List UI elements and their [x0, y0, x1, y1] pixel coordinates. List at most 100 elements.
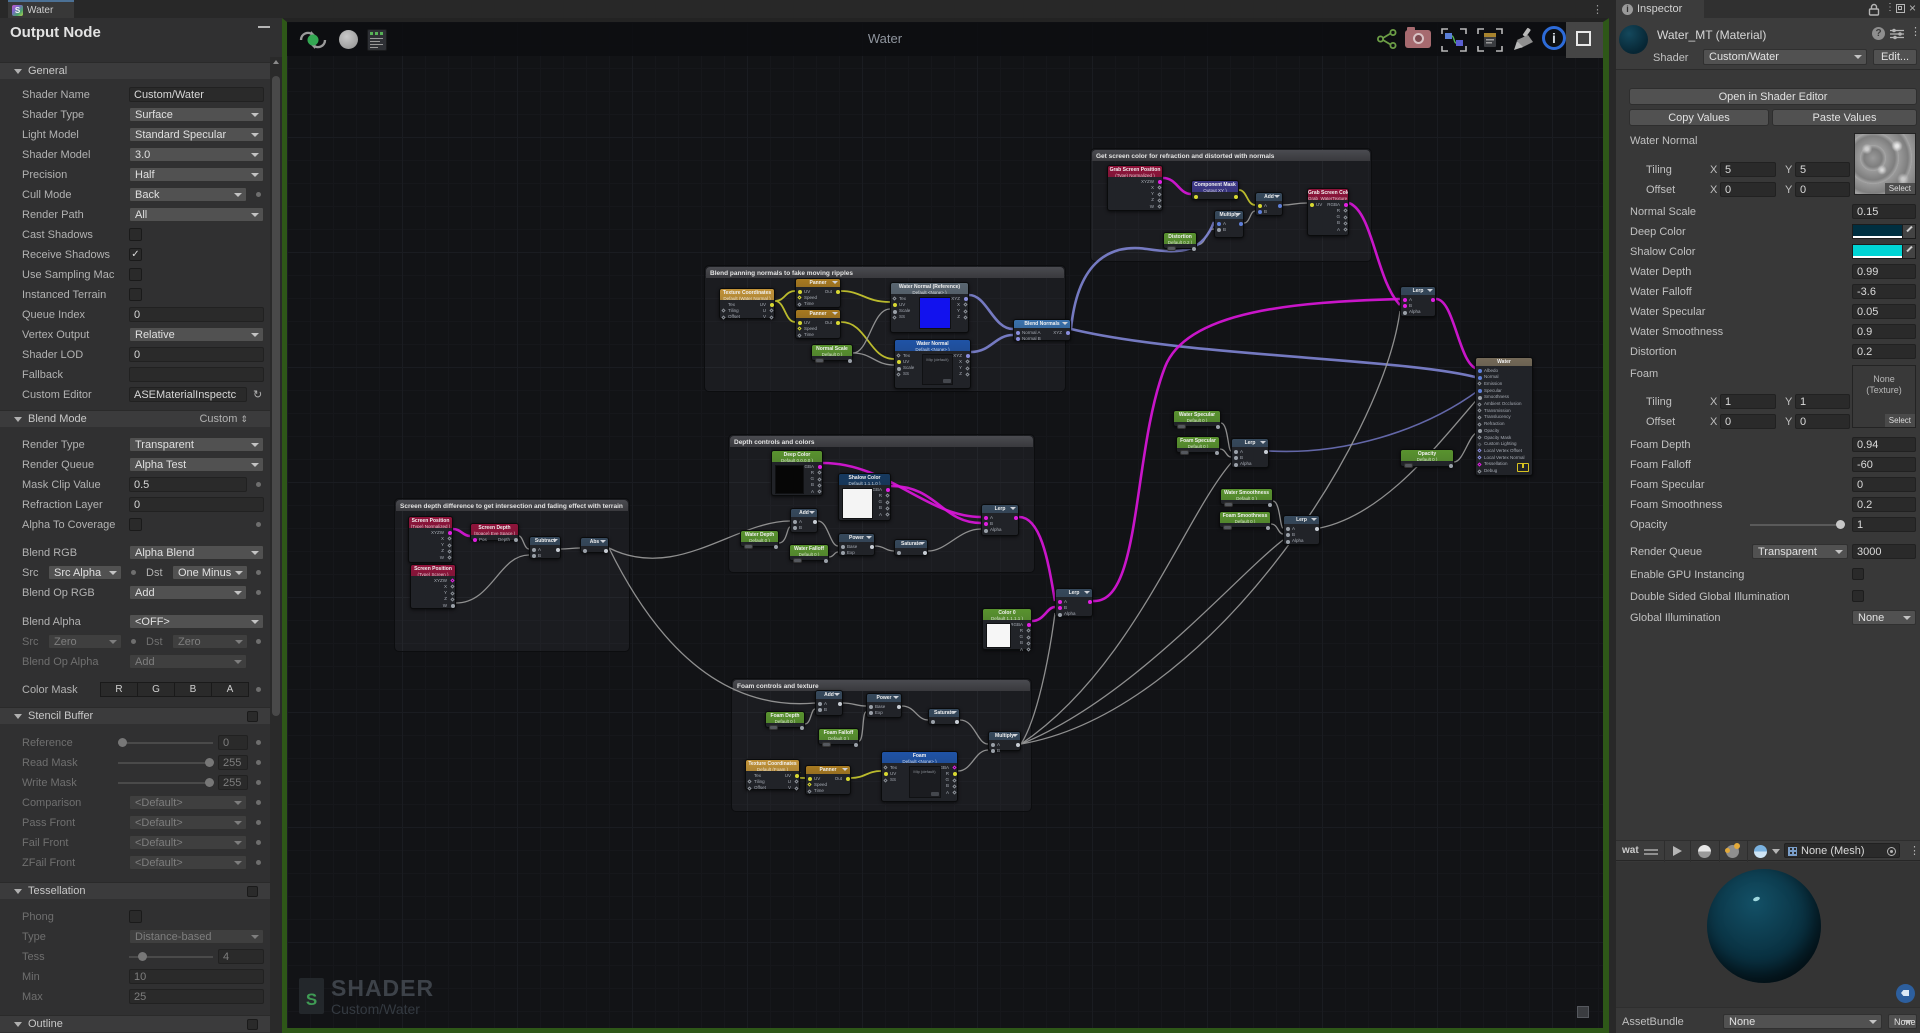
insp-deep-color-swatch[interactable] [1852, 224, 1916, 239]
lp-write-mask-slider[interactable] [118, 782, 213, 784]
lock-icon[interactable] [1868, 3, 1880, 16]
insp-global-illumination-dropdown[interactable]: None [1852, 610, 1916, 625]
insp-offset-x-field[interactable]: 0 [1720, 414, 1776, 429]
shader-graph-canvas[interactable]: Water i Get screen color for refraction … [287, 22, 1603, 1028]
node-panner-1[interactable]: Panner UV Speed Time Out [795, 278, 841, 308]
node-water-depth[interactable]: Water Depth Default 0 ) [740, 530, 779, 549]
insp-water-depth-field[interactable]: 0.99 [1852, 264, 1916, 279]
mesh-picker-icon[interactable] [1887, 847, 1896, 856]
insp-normal-scale-field[interactable]: 0.15 [1852, 204, 1916, 219]
node-foam-specular[interactable]: Foam Specular Default 0 ) [1176, 436, 1220, 455]
lp-instanced-terrain-checkbox[interactable] [129, 288, 142, 301]
material-thumbnail[interactable] [1619, 25, 1648, 54]
tab-menu-icon[interactable]: ⋮ [1885, 2, 1895, 13]
lp-cull-mode-dropdown[interactable]: Back [129, 187, 247, 202]
lp-custom-editor-field[interactable]: ASEMaterialInspectc [129, 387, 247, 402]
preview-menu-icon[interactable]: ⋮ [1909, 844, 1920, 857]
clean-icon[interactable] [1511, 26, 1537, 52]
lp-min-field[interactable]: 10 [129, 969, 264, 984]
node-lerp-foam[interactable]: Lerp A B Alpha [1055, 588, 1093, 617]
lp-comparison-dropdown[interactable]: <Default> [129, 795, 247, 810]
node-lerp-albedo[interactable]: Lerp A B Alpha [1400, 286, 1436, 317]
lp-refraction-layer-field[interactable]: 0 [129, 497, 264, 512]
insp-foam-smoothness-field[interactable]: 0.2 [1852, 497, 1916, 512]
node-panner-2[interactable]: Panner UV Speed Time Out [795, 309, 841, 339]
preview-light-icon[interactable] [1754, 845, 1767, 858]
lp-cast-shadows-checkbox[interactable] [129, 228, 142, 241]
paste-values-button[interactable]: Paste Values [1772, 109, 1917, 126]
node-add-a[interactable]: Add A B [1255, 192, 1283, 216]
insp-water-smoothness-field[interactable]: 0.9 [1852, 324, 1916, 339]
lp-src-dst-dropdown[interactable]: One Minus [172, 565, 248, 580]
lp-tessellation-checkbox[interactable] [247, 886, 258, 897]
insp-render-queue-dropdown[interactable]: Transparent [1752, 544, 1848, 559]
insp-shalow-color-eyedropper[interactable] [1902, 245, 1915, 258]
lp-queue-index-field[interactable]: 0 [129, 307, 264, 322]
window-menu-icon[interactable]: ⋮ [1592, 3, 1603, 16]
insp-deep-color-eyedropper[interactable] [1902, 225, 1915, 238]
texture-select-button-2[interactable]: Select [1884, 414, 1915, 427]
preview-drag-handle[interactable] [1644, 849, 1658, 851]
maximize-button[interactable] [1566, 22, 1603, 58]
panel-minimize-icon[interactable] [258, 26, 270, 28]
node-screen-depth[interactable]: Screen Depth (Space) Eye Space ) Pos Depth [470, 523, 519, 542]
focus-selection-icon[interactable] [1477, 28, 1503, 52]
node-add-c[interactable]: Add A B [790, 508, 818, 533]
tab-inspector[interactable]: i Inspector [1616, 0, 1704, 18]
foam-texture-thumb[interactable]: None (Texture) Select [1852, 365, 1916, 428]
lp-tess-field[interactable]: 4 [218, 949, 264, 964]
insp-render-queue-field[interactable]: 3000 [1852, 544, 1916, 559]
node-deep-color[interactable]: Deep Color Default 0,0,0,0 ) RGBA R G B A [771, 450, 823, 496]
lp-src-dst-dropdown[interactable]: Zero [172, 634, 248, 649]
tab-water[interactable]: S Water [8, 0, 74, 18]
lp-render-type-dropdown[interactable]: Transparent [129, 437, 264, 452]
node-lerp-c[interactable]: Lerp A B Alpha [981, 504, 1019, 536]
insp-foam-specular-field[interactable]: 0 [1852, 477, 1916, 492]
node-shalow-color[interactable]: Shalow Color Default 1,1,1,0 ) RGBA R G B A [838, 473, 891, 521]
node-water-falloff[interactable]: Water Falloff Default 0 ) [789, 544, 829, 563]
lp-write-mask-field[interactable]: 255 [218, 775, 248, 790]
lp-colormask-b[interactable]: B [174, 682, 212, 697]
insp-opacity-slider[interactable] [1750, 524, 1842, 526]
open-in-shader-editor-button[interactable]: Open in Shader Editor [1629, 88, 1917, 105]
assetbundle-dropdown-2[interactable]: None [1888, 1014, 1917, 1029]
info-icon[interactable]: i [1542, 26, 1566, 50]
node-opacity[interactable]: Opacity Default 0 ) [1400, 449, 1454, 468]
insp-offset-x-field[interactable]: 0 [1720, 182, 1776, 197]
lp-colormask-g[interactable]: G [137, 682, 175, 697]
lp-render-path-dropdown[interactable]: All [129, 207, 264, 222]
lp-fallback-field[interactable] [129, 367, 264, 382]
float-window-icon[interactable] [1896, 4, 1905, 13]
lp-receive-shadows-checkbox[interactable]: ✓ [129, 248, 142, 261]
lp-reference-slider[interactable] [118, 742, 213, 744]
insp-foam-falloff-field[interactable]: -60 [1852, 457, 1916, 472]
node-water-normal[interactable]: Water Normal Default <None> ) Tex UV Scale SS… [894, 339, 971, 389]
texture-select-button[interactable]: Select [1884, 183, 1915, 194]
insp-foam-depth-field[interactable]: 0.94 [1852, 437, 1916, 452]
node-power-c[interactable]: Power Base Exp [838, 533, 875, 556]
lp-general-header[interactable]: General [0, 62, 270, 79]
lp-shader-type-dropdown[interactable]: Surface [129, 107, 264, 122]
preview-light-caret[interactable] [1772, 849, 1780, 854]
node-screen-position-2[interactable]: Screen Position (Type) Screen ) XYZW X Y Z W [410, 564, 456, 609]
node-lerp-smoothness[interactable]: Lerp A B Alpha [1283, 515, 1320, 545]
water-normal-texture-thumb[interactable]: Select [1854, 133, 1916, 195]
screenshot-icon[interactable] [1405, 27, 1431, 48]
node-water-specular[interactable]: Water Specular Default 0 ) [1173, 410, 1221, 429]
mesh-field[interactable]: None (Mesh) [1784, 843, 1900, 858]
node-foam[interactable]: Foam Default <None> ) Tex UV SS RGBA R G B A Mip (… [881, 751, 958, 802]
lp-render-queue-dropdown[interactable]: Alpha Test [129, 457, 264, 472]
node-texture-coordinates[interactable]: Texture Coordinates Default (Water Normal… [719, 288, 775, 320]
lp-stencil-buffer-header[interactable]: Stencil Buffer [0, 707, 270, 724]
node-output-node[interactable]: Water Albedo Normal Emission Specular Smoothn… [1475, 357, 1533, 476]
lp-blend-alpha-dropdown[interactable]: <OFF> [129, 614, 264, 629]
node-normal-scale[interactable]: Normal Scale Default 0 ) [811, 344, 853, 363]
lp-alpha-to-coverage-checkbox[interactable] [129, 518, 142, 531]
preview-anim-icon[interactable] [1725, 843, 1740, 858]
insp-offset-y-field[interactable]: 0 [1795, 182, 1850, 197]
lp-src-src-dropdown[interactable]: Zero [48, 634, 122, 649]
pause-preview-icon[interactable] [339, 30, 358, 49]
insp-distortion-field[interactable]: 0.2 [1852, 344, 1916, 359]
focus-outputs-icon[interactable] [1441, 28, 1467, 52]
asset-labels-icon[interactable] [1896, 984, 1915, 1003]
